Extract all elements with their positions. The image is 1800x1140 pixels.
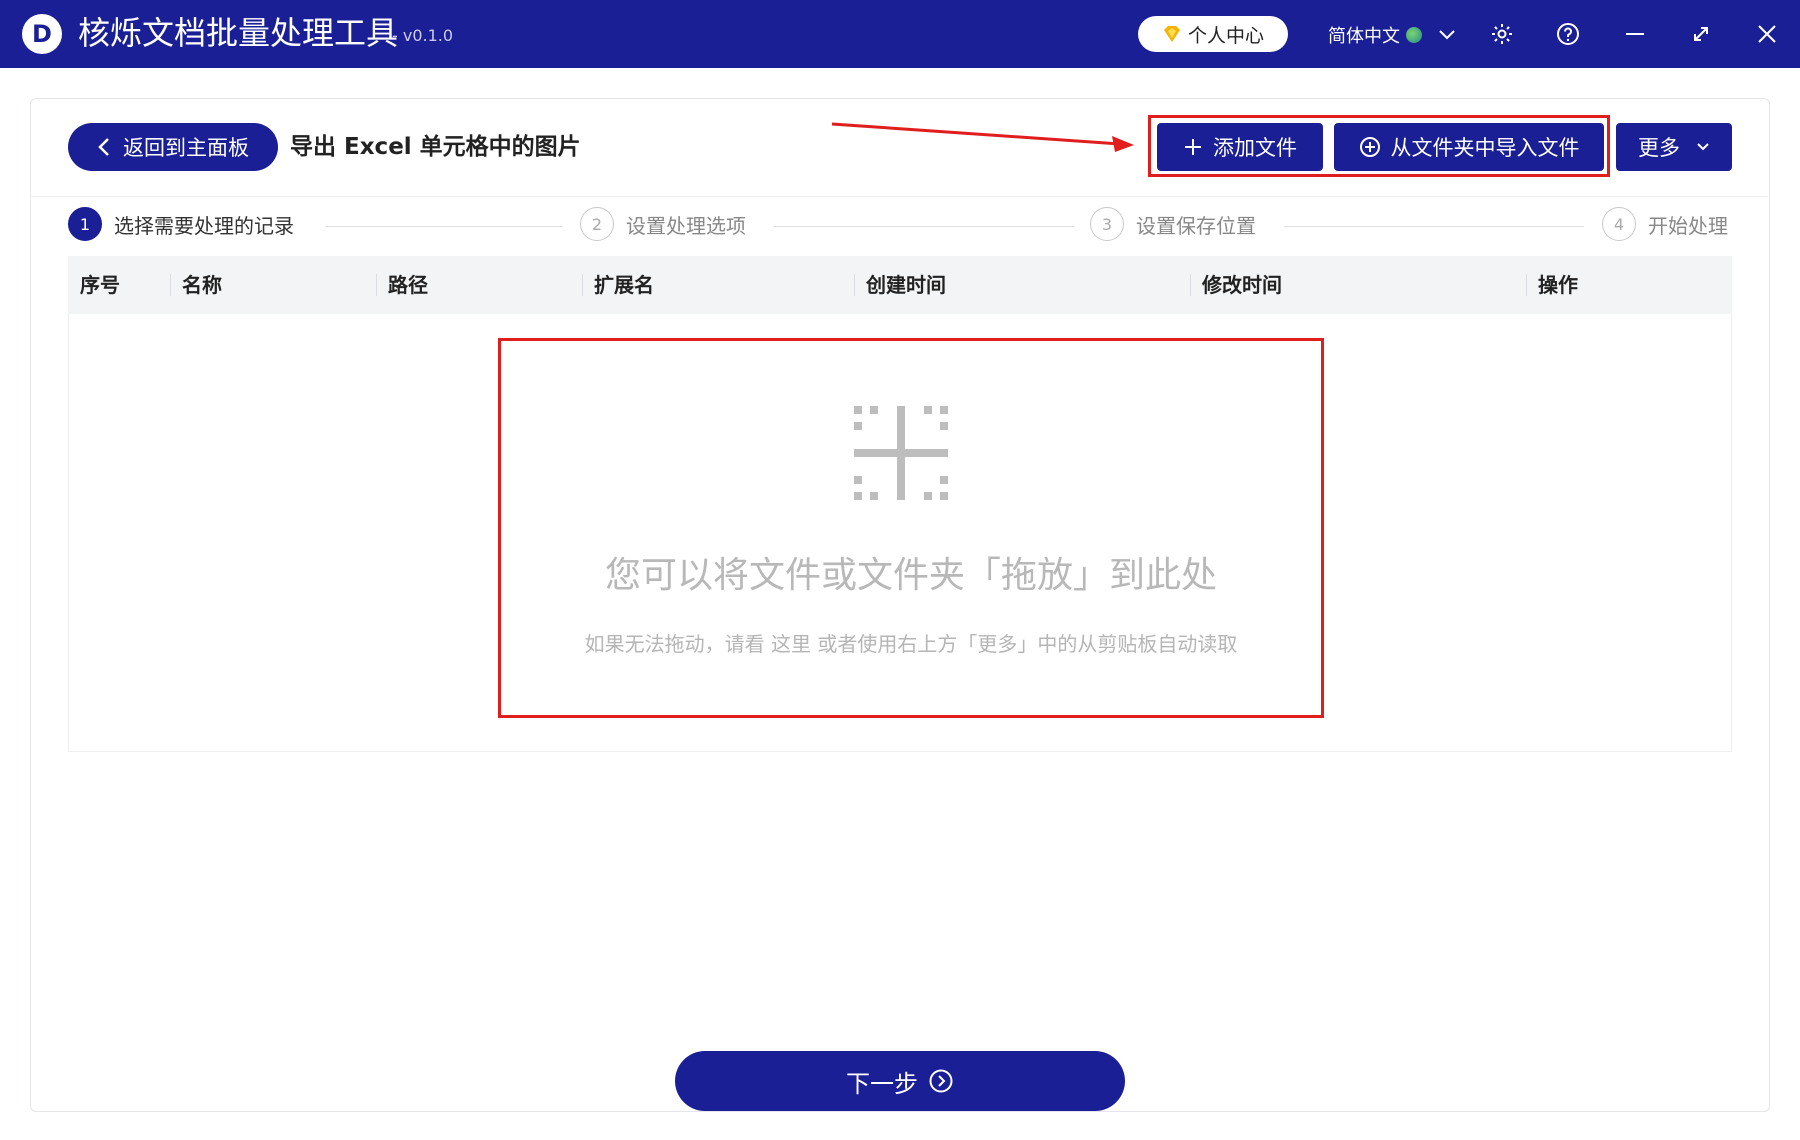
close-button[interactable] [1751, 18, 1783, 50]
user-center-button[interactable]: 个人中心 [1138, 16, 1288, 52]
step-4: 4 开始处理 [1602, 207, 1728, 241]
step-number: 1 [68, 207, 102, 241]
column-header-name[interactable]: 名称 [170, 256, 376, 314]
chevron-left-icon [98, 138, 109, 156]
more-dropdown-button[interactable]: 更多 [1616, 123, 1732, 171]
settings-button[interactable] [1486, 18, 1518, 50]
step-number: 4 [1602, 207, 1636, 241]
column-header-path[interactable]: 路径 [376, 256, 582, 314]
gem-icon [1163, 26, 1180, 42]
gear-icon [1492, 24, 1512, 44]
next-step-label: 下一步 [846, 1069, 918, 1098]
close-icon [1758, 25, 1776, 43]
table-header: 序号 名称 路径 扩展名 创建时间 修改时间 操作 [68, 256, 1732, 314]
more-label: 更多 [1638, 136, 1680, 160]
help-icon [1557, 23, 1579, 45]
step-label: 开始处理 [1648, 213, 1728, 238]
maximize-icon [1694, 27, 1708, 41]
drop-zone-hint: 如果无法拖动，请看 这里 或者使用右上方「更多」中的从剪贴板自动读取 [584, 632, 1238, 656]
step-number: 3 [1090, 207, 1124, 241]
chevron-down-icon [1697, 143, 1709, 151]
maximize-button[interactable] [1685, 18, 1717, 50]
back-to-dashboard-button[interactable]: 返回到主面板 [68, 123, 278, 171]
arrow-right-circle-icon [929, 1069, 953, 1093]
drop-zone-highlight[interactable] [498, 338, 1324, 718]
globe-icon [1406, 27, 1422, 43]
step-2: 2 设置处理选项 [580, 207, 746, 241]
app-version: - v0.1.0 [392, 26, 454, 45]
column-header-actions: 操作 [1526, 256, 1732, 314]
drop-zone-title: 您可以将文件或文件夹「拖放」到此处 [604, 555, 1217, 596]
minimize-button[interactable] [1619, 18, 1651, 50]
divider [30, 196, 1768, 197]
column-header-modified[interactable]: 修改时间 [1190, 256, 1526, 314]
step-1: 1 选择需要处理的记录 [68, 207, 294, 241]
page-title: 导出 Excel 单元格中的图片 [290, 134, 581, 160]
minimize-icon [1626, 33, 1644, 35]
logo-letter: D [32, 20, 52, 48]
step-label: 设置保存位置 [1136, 213, 1256, 238]
column-header-created[interactable]: 创建时间 [854, 256, 1190, 314]
logo-icon: D [22, 14, 62, 54]
step-label: 选择需要处理的记录 [114, 213, 294, 238]
language-selector[interactable]: 简体中文 [1328, 22, 1456, 48]
chevron-down-icon [1439, 30, 1455, 40]
app-title: 核烁文档批量处理工具 [78, 14, 399, 52]
highlight-box-buttons [1148, 115, 1610, 177]
annotation-arrow [831, 122, 1134, 152]
column-header-extension[interactable]: 扩展名 [582, 256, 854, 314]
step-connector [774, 226, 1074, 227]
step-label: 设置处理选项 [626, 213, 746, 238]
next-step-button[interactable]: 下一步 [675, 1051, 1125, 1111]
column-header-index[interactable]: 序号 [68, 256, 170, 314]
help-button[interactable] [1552, 18, 1584, 50]
step-number: 2 [580, 207, 614, 241]
user-center-label: 个人中心 [1187, 24, 1264, 47]
step-connector [326, 226, 562, 227]
step-3: 3 设置保存位置 [1090, 207, 1256, 241]
drop-target-icon [854, 406, 948, 500]
language-label: 简体中文 [1328, 26, 1400, 47]
step-connector [1284, 226, 1584, 227]
back-button-label: 返回到主面板 [123, 136, 249, 160]
